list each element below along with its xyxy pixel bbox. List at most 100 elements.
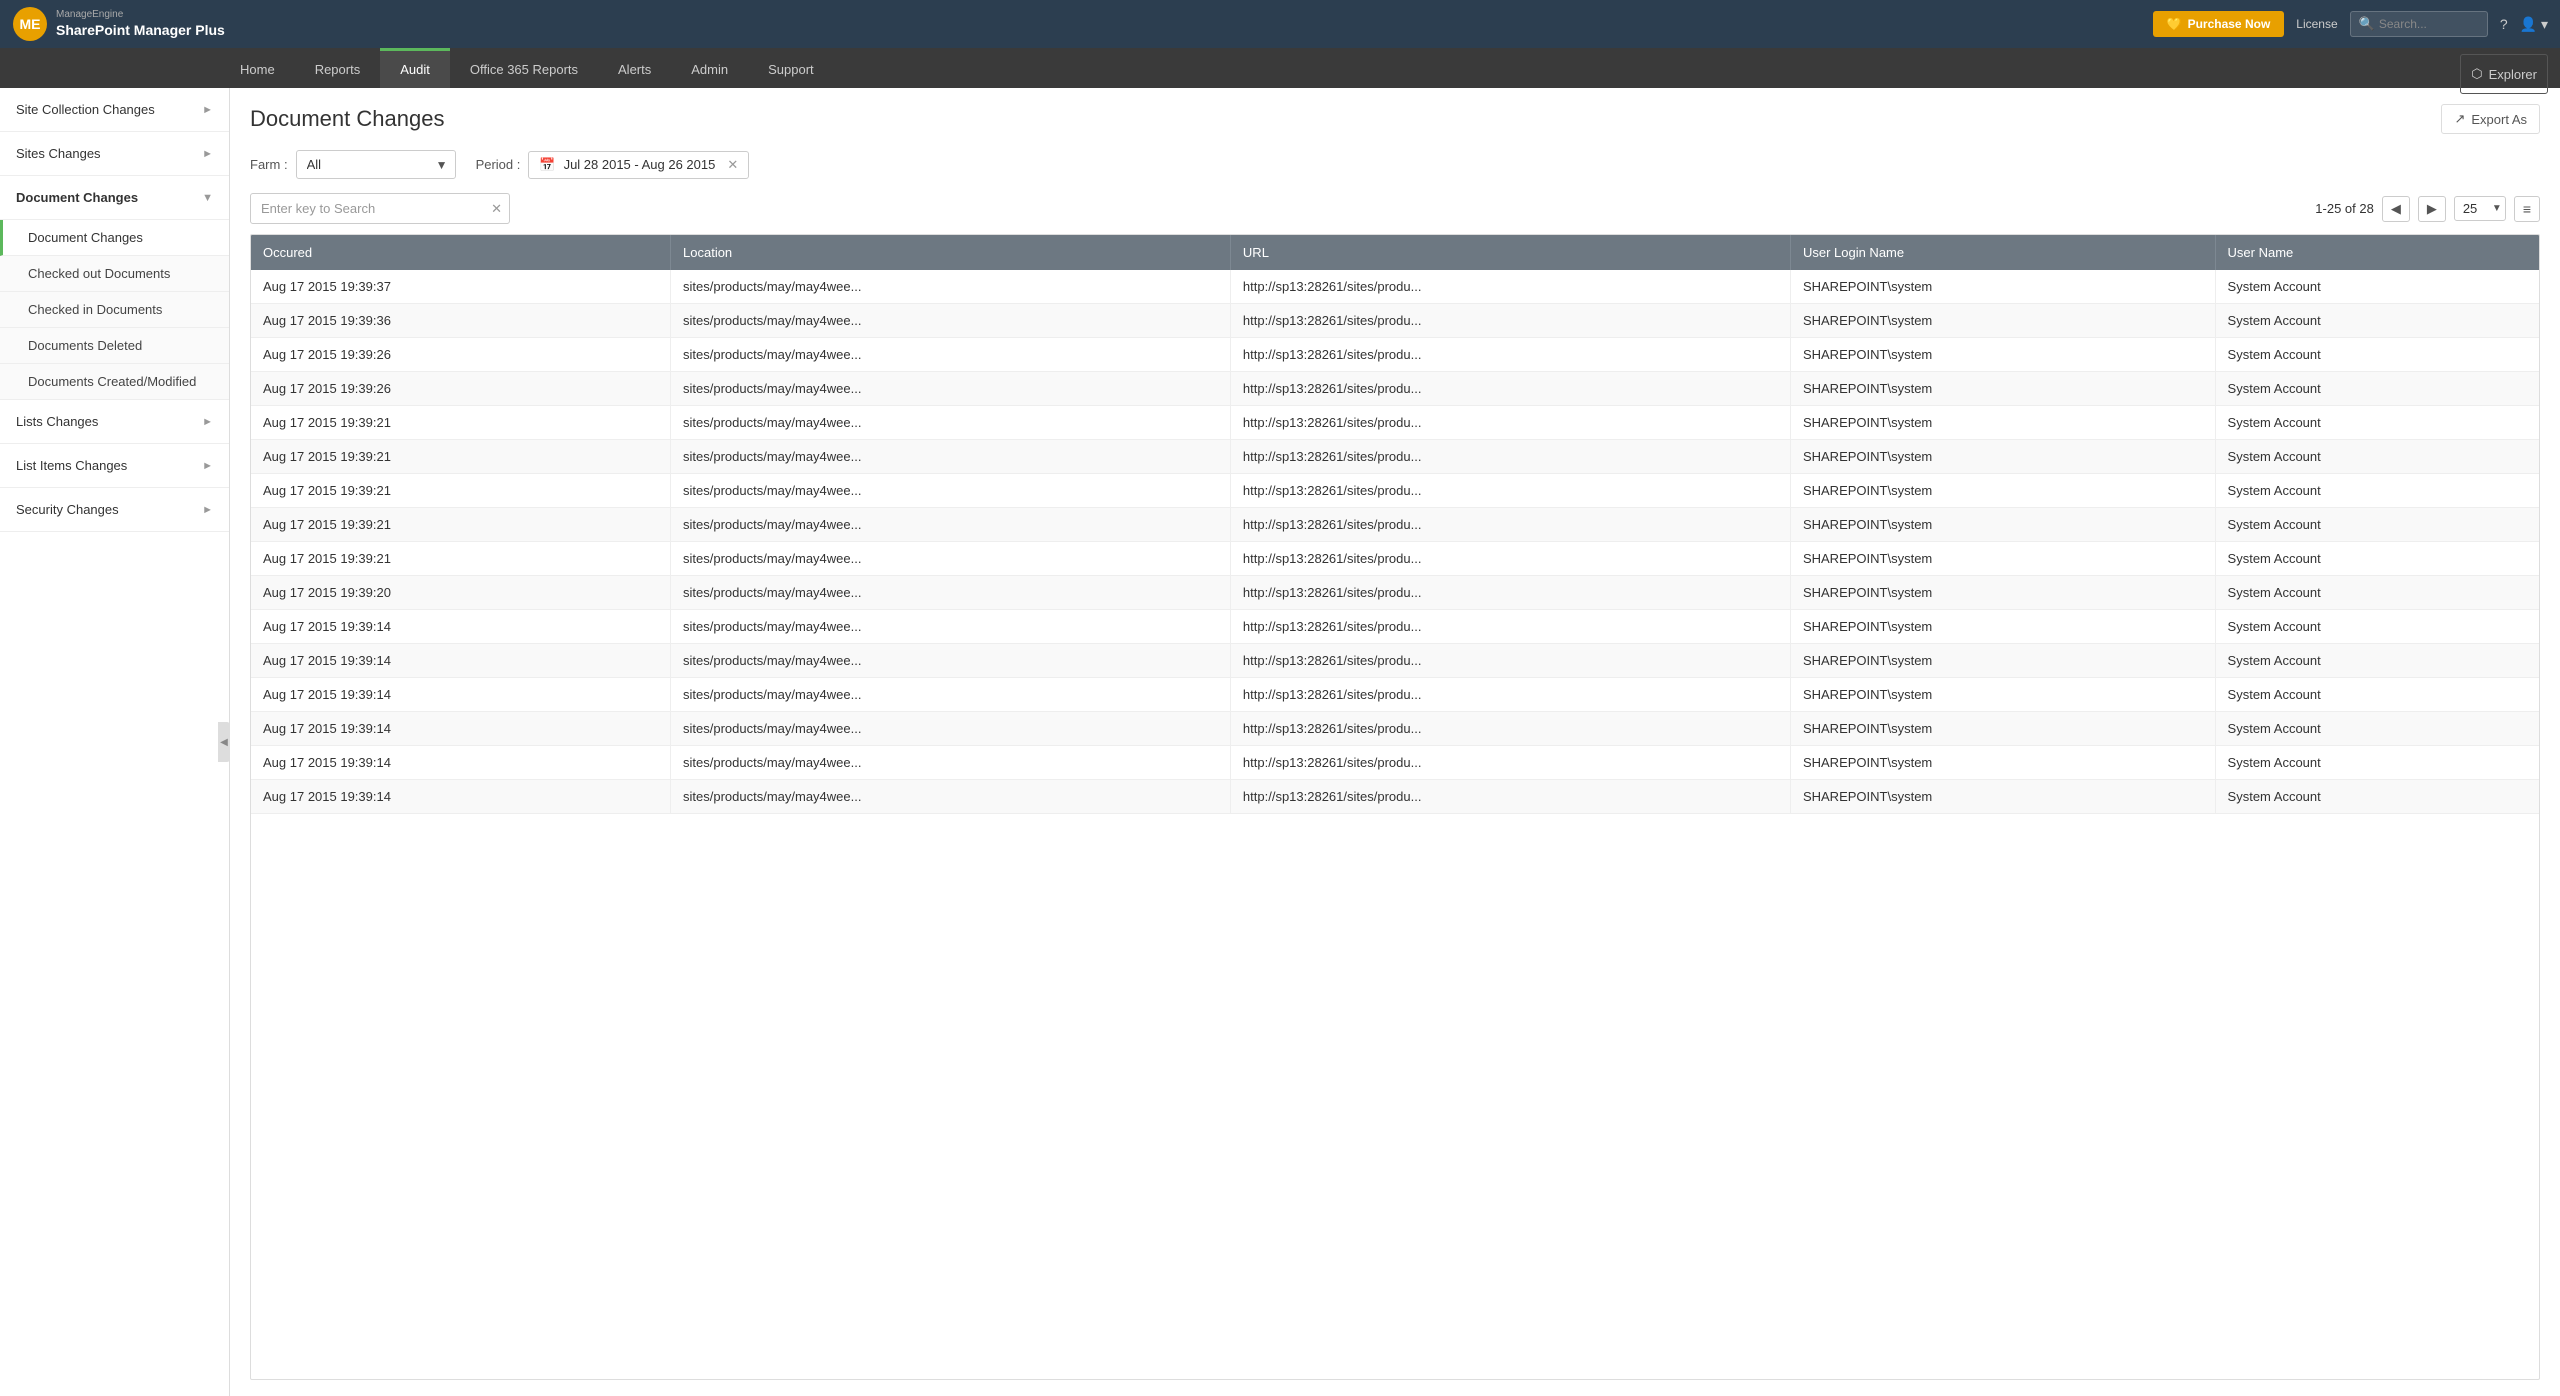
cell-username: System Account xyxy=(2215,338,2539,372)
per-page-select[interactable]: 25 50 100 xyxy=(2454,196,2506,221)
nav-item-reports[interactable]: Reports xyxy=(295,48,381,88)
table-row[interactable]: Aug 17 2015 19:39:14 sites/products/may/… xyxy=(251,780,2539,814)
table-row[interactable]: Aug 17 2015 19:39:37 sites/products/may/… xyxy=(251,270,2539,304)
sidebar-subitem-checked-out-documents[interactable]: Checked out Documents xyxy=(0,256,229,292)
sidebar-subitem-documents-created-modified[interactable]: Documents Created/Modified xyxy=(0,364,229,400)
table-row[interactable]: Aug 17 2015 19:39:26 sites/products/may/… xyxy=(251,338,2539,372)
sidebar-item-document-changes[interactable]: Document Changes ▼ xyxy=(0,176,229,220)
sidebar-subitem-checked-in-documents[interactable]: Checked in Documents xyxy=(0,292,229,328)
cell-url: http://sp13:28261/sites/produ... xyxy=(1230,576,1790,610)
table-row[interactable]: Aug 17 2015 19:39:14 sites/products/may/… xyxy=(251,678,2539,712)
cell-occured: Aug 17 2015 19:39:14 xyxy=(251,780,671,814)
license-button[interactable]: License xyxy=(2296,17,2337,31)
sidebar-collapse-handle[interactable]: ◀ xyxy=(218,722,230,762)
col-header-user-login-name[interactable]: User Login Name xyxy=(1790,235,2215,270)
period-filter-group: Period : 📅 Jul 28 2015 - Aug 26 2015 ✕ xyxy=(476,151,750,179)
user-menu-button[interactable]: 👤 ▾ xyxy=(2520,16,2548,33)
cell-username: System Account xyxy=(2215,440,2539,474)
sidebar-subitem-documents-deleted[interactable]: Documents Deleted xyxy=(0,328,229,364)
cell-occured: Aug 17 2015 19:39:14 xyxy=(251,610,671,644)
table-row[interactable]: Aug 17 2015 19:39:14 sites/products/may/… xyxy=(251,644,2539,678)
cell-username: System Account xyxy=(2215,508,2539,542)
cell-login: SHAREPOINT\system xyxy=(1790,644,2215,678)
export-as-button[interactable]: ↗ Export As xyxy=(2441,104,2540,134)
cell-location: sites/products/may/may4wee... xyxy=(671,338,1231,372)
search-icon: 🔍 xyxy=(2359,16,2375,32)
cell-url: http://sp13:28261/sites/produ... xyxy=(1230,270,1790,304)
cell-login: SHAREPOINT\system xyxy=(1790,712,2215,746)
col-header-url[interactable]: URL xyxy=(1230,235,1790,270)
page-title: Document Changes xyxy=(250,106,444,132)
cell-url: http://sp13:28261/sites/produ... xyxy=(1230,678,1790,712)
table-row[interactable]: Aug 17 2015 19:39:21 sites/products/may/… xyxy=(251,440,2539,474)
sidebar-item-site-collection-changes[interactable]: Site Collection Changes ► xyxy=(0,88,229,132)
data-table-container: Occured Location URL User Login Name Use… xyxy=(250,234,2540,1380)
nav-item-audit[interactable]: Audit xyxy=(380,48,450,88)
table-row[interactable]: Aug 17 2015 19:39:14 sites/products/may/… xyxy=(251,610,2539,644)
cell-url: http://sp13:28261/sites/produ... xyxy=(1230,372,1790,406)
explorer-button[interactable]: ⬡ Explorer xyxy=(2460,54,2548,94)
prev-page-button[interactable]: ◀ xyxy=(2382,196,2410,222)
cell-username: System Account xyxy=(2215,712,2539,746)
cell-url: http://sp13:28261/sites/produ... xyxy=(1230,610,1790,644)
col-header-location[interactable]: Location xyxy=(671,235,1231,270)
table-row[interactable]: Aug 17 2015 19:39:21 sites/products/may/… xyxy=(251,474,2539,508)
period-label: Period : xyxy=(476,157,521,172)
explorer-icon: ⬡ xyxy=(2471,66,2482,82)
cell-username: System Account xyxy=(2215,372,2539,406)
chevron-right-icon: ► xyxy=(202,460,213,472)
next-page-button[interactable]: ▶ xyxy=(2418,196,2446,222)
cell-location: sites/products/may/may4wee... xyxy=(671,542,1231,576)
table-row[interactable]: Aug 17 2015 19:39:36 sites/products/may/… xyxy=(251,304,2539,338)
logo-area: ME ManageEngine SharePoint Manager Plus xyxy=(12,6,232,42)
sidebar-item-list-items-changes[interactable]: List Items Changes ► xyxy=(0,444,229,488)
nav-item-admin[interactable]: Admin xyxy=(671,48,748,88)
cell-login: SHAREPOINT\system xyxy=(1790,508,2215,542)
cell-username: System Account xyxy=(2215,406,2539,440)
col-header-occured[interactable]: Occured xyxy=(251,235,671,270)
cell-location: sites/products/may/may4wee... xyxy=(671,780,1231,814)
global-search-box[interactable]: 🔍 xyxy=(2350,11,2488,37)
cell-login: SHAREPOINT\system xyxy=(1790,406,2215,440)
purchase-button[interactable]: 💛 Purchase Now xyxy=(2153,11,2285,37)
svg-text:ME: ME xyxy=(20,16,41,32)
table-row[interactable]: Aug 17 2015 19:39:21 sites/products/may/… xyxy=(251,508,2539,542)
table-search-input[interactable] xyxy=(250,193,510,224)
cell-location: sites/products/may/may4wee... xyxy=(671,576,1231,610)
cell-location: sites/products/may/may4wee... xyxy=(671,746,1231,780)
period-picker[interactable]: 📅 Jul 28 2015 - Aug 26 2015 ✕ xyxy=(528,151,749,179)
main-content: Site Collection Changes ► Sites Changes … xyxy=(0,88,2560,1396)
search-clear-icon[interactable]: ✕ xyxy=(491,201,502,217)
cell-login: SHAREPOINT\system xyxy=(1790,372,2215,406)
sidebar-item-sites-changes[interactable]: Sites Changes ► xyxy=(0,132,229,176)
table-header: Occured Location URL User Login Name Use… xyxy=(251,235,2539,270)
col-header-user-name[interactable]: User Name xyxy=(2215,235,2539,270)
period-clear-button[interactable]: ✕ xyxy=(727,157,738,173)
table-row[interactable]: Aug 17 2015 19:39:20 sites/products/may/… xyxy=(251,576,2539,610)
table-row[interactable]: Aug 17 2015 19:39:21 sites/products/may/… xyxy=(251,542,2539,576)
help-button[interactable]: ? xyxy=(2500,16,2508,32)
columns-button[interactable]: ≡ xyxy=(2514,196,2540,222)
table-row[interactable]: Aug 17 2015 19:39:21 sites/products/may/… xyxy=(251,406,2539,440)
sidebar-subitem-document-changes[interactable]: Document Changes xyxy=(0,220,229,256)
table-row[interactable]: Aug 17 2015 19:39:26 sites/products/may/… xyxy=(251,372,2539,406)
sidebar-item-lists-changes[interactable]: Lists Changes ► xyxy=(0,400,229,444)
sidebar-item-security-changes[interactable]: Security Changes ► xyxy=(0,488,229,532)
farm-select[interactable]: All Farm 1 Farm 2 xyxy=(296,150,456,179)
nav-item-office365[interactable]: Office 365 Reports xyxy=(450,48,598,88)
cell-location: sites/products/may/may4wee... xyxy=(671,270,1231,304)
nav-item-home[interactable]: Home xyxy=(220,48,295,88)
table-controls: ✕ 1-25 of 28 ◀ ▶ 25 50 100 ▼ ≡ xyxy=(250,193,2540,224)
cell-location: sites/products/may/may4wee... xyxy=(671,474,1231,508)
nav-item-alerts[interactable]: Alerts xyxy=(598,48,671,88)
cell-username: System Account xyxy=(2215,270,2539,304)
table-row[interactable]: Aug 17 2015 19:39:14 sites/products/may/… xyxy=(251,746,2539,780)
cell-url: http://sp13:28261/sites/produ... xyxy=(1230,508,1790,542)
nav-item-support[interactable]: Support xyxy=(748,48,834,88)
cell-occured: Aug 17 2015 19:39:37 xyxy=(251,270,671,304)
content-area: Document Changes ↗ Export As Farm : All … xyxy=(230,88,2560,1396)
table-row[interactable]: Aug 17 2015 19:39:14 sites/products/may/… xyxy=(251,712,2539,746)
data-table: Occured Location URL User Login Name Use… xyxy=(251,235,2539,814)
global-search-input[interactable] xyxy=(2379,17,2479,31)
cell-occured: Aug 17 2015 19:39:21 xyxy=(251,542,671,576)
